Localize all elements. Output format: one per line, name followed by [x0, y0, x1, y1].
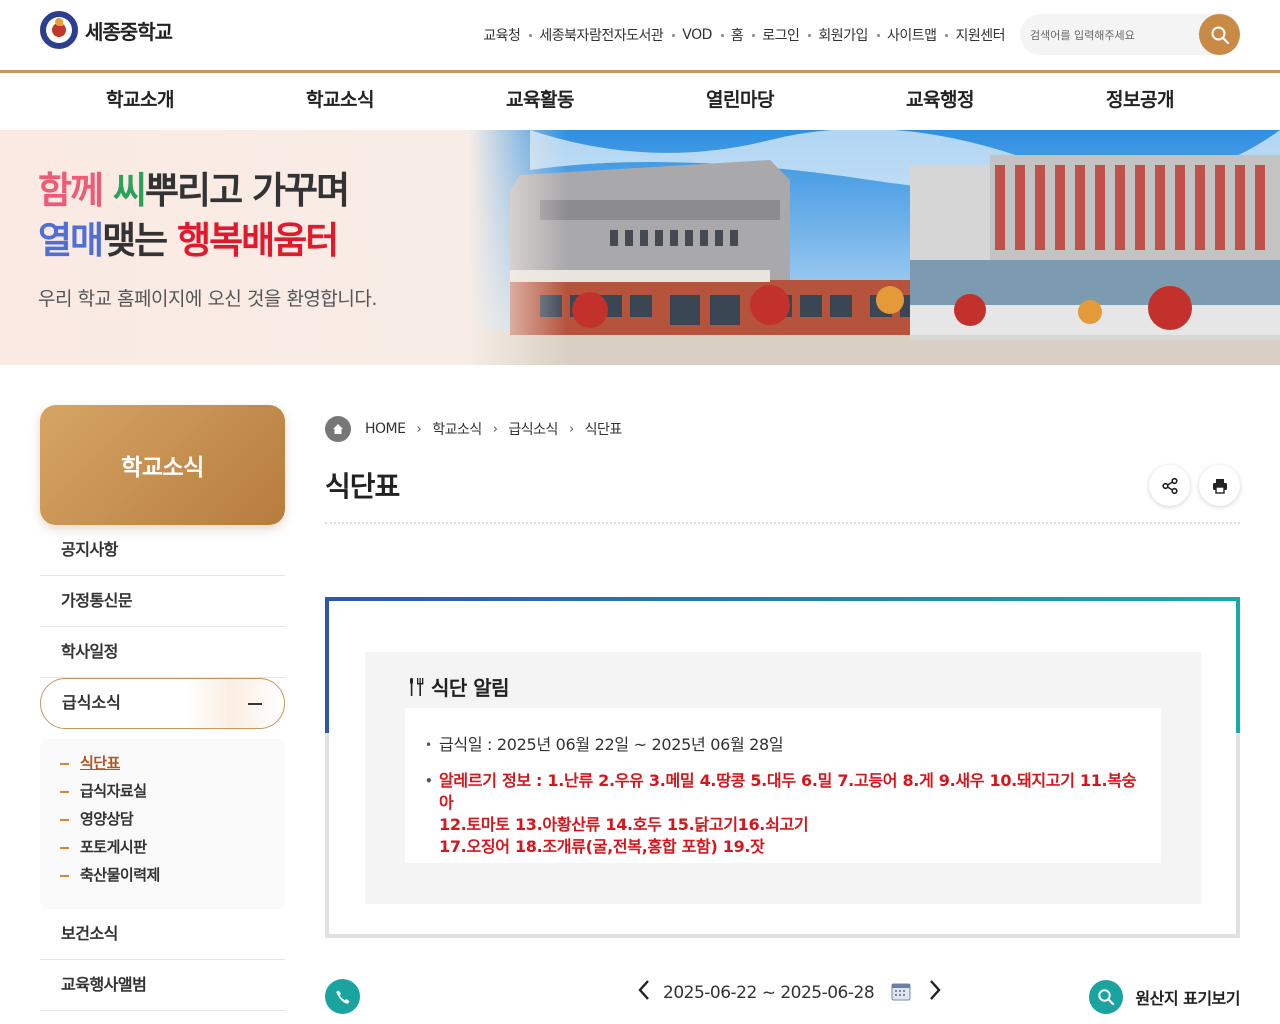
slogan: 함께 씨뿌리고 가꾸며 열매맺는 행복배움터	[38, 166, 350, 266]
search-button[interactable]	[1199, 14, 1240, 55]
breadcrumb-home[interactable]: HOME	[365, 421, 406, 437]
meal-notice-box: 식단 알림 급식일 : 2025년 06월 22일 ~ 2025년 06월 28…	[325, 597, 1240, 938]
lnb-item-newsletter[interactable]: 가정통신문	[40, 576, 285, 627]
main-navigation: 학교소개 학교소식 교육활동 열린마당 교육행정 정보공개	[0, 70, 1280, 130]
slogan-part: 함께	[38, 169, 113, 212]
util-link-login[interactable]: 로그인	[762, 25, 800, 45]
fork-knife-icon	[410, 677, 424, 696]
allergy-info-line: 알레르기 정보 : 1.난류 2.우유 3.메밀 4.땅콩 5.대두 6.밀 7…	[425, 770, 1141, 858]
allergy-text-3: 17.오징어 18.조개류(굴,전복,홍합 포함) 19.잣	[439, 837, 765, 856]
main-visual-banner: 함께 씨뿌리고 가꾸며 열매맺는 행복배움터 우리 학교 홈페이지에 오신 것을…	[0, 130, 1280, 365]
lnb-active-label: 급식소식	[62, 693, 121, 712]
notice-heading-text: 식단 알림	[431, 676, 510, 700]
lnb-item-health[interactable]: 보건소식	[40, 909, 285, 960]
lnb-sub-livestock-trace[interactable]: 축산물이력제	[60, 861, 285, 889]
utility-links: 교육청 세종북자람전자도서관 VOD 홈 로그인 회원가입 사이트맵 지원센터	[483, 25, 1005, 45]
gnb-item-activities[interactable]: 교육활동	[440, 73, 640, 130]
allergy-text-1: 알레르기 정보 : 1.난류 2.우유 3.메밀 4.땅콩 5.대두 6.밀 7…	[439, 771, 1137, 812]
search-icon	[1211, 26, 1229, 44]
util-link-vod[interactable]: VOD	[682, 27, 712, 43]
notice-body: 급식일 : 2025년 06월 22일 ~ 2025년 06월 28일 알레르기…	[405, 708, 1161, 863]
welcome-text: 우리 학교 홈페이지에 오신 것을 환영합니다.	[38, 288, 377, 310]
meal-date-line: 급식일 : 2025년 06월 22일 ~ 2025년 06월 28일	[425, 734, 1141, 756]
allergy-text-2: 12.토마토 13.아황산류 14.호두 15.닭고기16.쇠고기	[439, 815, 809, 834]
lnb-item-meal-news[interactable]: 급식소식	[40, 678, 285, 729]
school-name: 세종중학교	[85, 19, 173, 44]
lnb-item-schedule[interactable]: 학사일정	[40, 627, 285, 678]
phone-button[interactable]	[325, 979, 360, 1014]
lnb-sub-meal-resources[interactable]: 급식자료실	[60, 777, 285, 805]
week-range-text: 2025-06-22 ~ 2025-06-28	[663, 983, 875, 1003]
breadcrumb-news[interactable]: 학교소식	[432, 419, 482, 439]
search-box	[1020, 14, 1240, 55]
share-button[interactable]	[1149, 465, 1190, 506]
prev-week-arrow-icon[interactable]	[637, 979, 651, 1007]
chevron-right-icon: ›	[492, 421, 498, 437]
lnb-title: 학교소식	[40, 405, 285, 525]
lnb-item-album[interactable]: 교육행사앨범	[40, 960, 285, 1011]
util-link-sitemap[interactable]: 사이트맵	[887, 25, 937, 45]
slogan-part: 뿌리고 가꾸며	[145, 169, 350, 212]
origin-label-text: 원산지 표기보기	[1135, 989, 1240, 1008]
search-input[interactable]	[1030, 24, 1195, 46]
home-icon[interactable]	[325, 416, 351, 442]
util-link-join[interactable]: 회원가입	[818, 25, 868, 45]
title-divider	[325, 522, 1240, 524]
page-title: 식단표	[325, 470, 400, 503]
lnb-sub-photo-board[interactable]: 포토게시판	[60, 833, 285, 861]
breadcrumb-meal[interactable]: 급식소식	[508, 419, 558, 439]
chevron-right-icon: ›	[416, 421, 422, 437]
phone-icon	[335, 990, 349, 1004]
origin-label-button[interactable]: 원산지 표기보기	[1089, 980, 1240, 1014]
top-bar: 세종중학교 교육청 세종북자람전자도서관 VOD 홈 로그인 회원가입 사이트맵…	[0, 0, 1280, 70]
util-link-home[interactable]: 홈	[731, 25, 744, 45]
gnb-item-about[interactable]: 학교소개	[40, 73, 240, 130]
magnifier-icon	[1089, 980, 1124, 1014]
school-logo[interactable]: 세종중학교	[40, 11, 173, 49]
gnb-item-news[interactable]: 학교소식	[240, 73, 440, 130]
gnb-item-admin[interactable]: 교육행정	[840, 73, 1040, 130]
util-link-support[interactable]: 지원센터	[955, 25, 1005, 45]
gnb-item-forum[interactable]: 열린마당	[640, 73, 840, 130]
print-icon	[1212, 478, 1227, 494]
slogan-part: 행복배움터	[177, 219, 339, 262]
slogan-part: 열매	[38, 219, 104, 262]
slogan-part: 씨	[112, 169, 147, 212]
week-navigation: 2025-06-22 ~ 2025-06-28	[637, 979, 942, 1007]
slogan-part: 맺는	[102, 219, 178, 262]
util-link-library[interactable]: 세종북자람전자도서관	[539, 25, 663, 45]
calendar-icon[interactable]	[891, 981, 911, 1006]
breadcrumb-current: 식단표	[584, 422, 623, 438]
school-building-image	[470, 130, 1280, 365]
week-navigator-bar: 2025-06-22 ~ 2025-06-28 원산지 표기보기	[325, 975, 1240, 1015]
gnb-item-disclosure[interactable]: 정보공개	[1040, 73, 1240, 130]
next-week-arrow-icon[interactable]	[928, 979, 942, 1007]
lnb-sub-nutrition-counsel[interactable]: 영양상담	[60, 805, 285, 833]
share-icon	[1161, 477, 1178, 494]
sub-navigation: 학교소식 공지사항 가정통신문 학사일정 급식소식 식단표 급식자료실 영양상담…	[40, 405, 285, 1011]
util-link-office[interactable]: 교육청	[483, 25, 521, 45]
chevron-right-icon: ›	[568, 421, 574, 437]
lnb-item-notice[interactable]: 공지사항	[40, 525, 285, 576]
school-emblem-icon	[40, 11, 78, 49]
lnb-sub-menu-table[interactable]: 식단표	[60, 749, 285, 777]
lnb-submenu: 식단표 급식자료실 영양상담 포토게시판 축산물이력제	[40, 739, 285, 909]
collapse-icon	[248, 703, 262, 705]
notice-heading: 식단 알림	[407, 672, 510, 701]
print-button[interactable]	[1199, 465, 1240, 506]
breadcrumb: HOME › 학교소식 › 급식소식 › 식단표	[325, 416, 622, 442]
meal-notice-panel: 식단 알림 급식일 : 2025년 06월 22일 ~ 2025년 06월 28…	[365, 652, 1201, 904]
